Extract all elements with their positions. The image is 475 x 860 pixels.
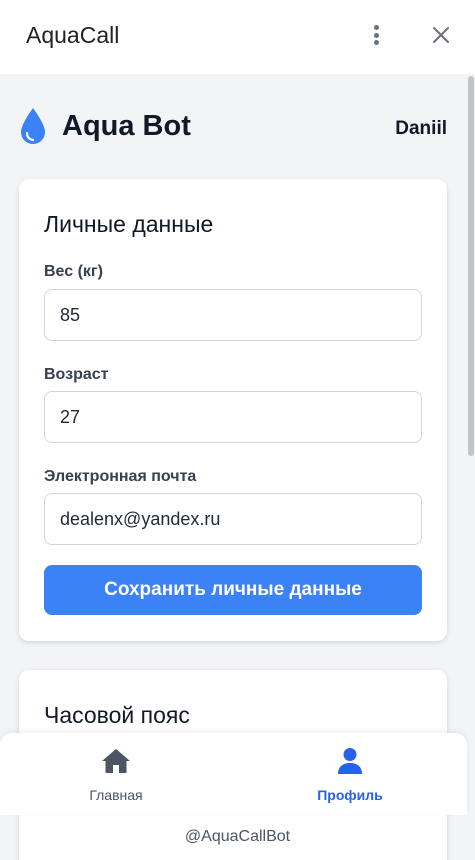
email-input[interactable] [44, 493, 422, 545]
water-drop-icon [21, 108, 45, 144]
nav-label-profile: Профиль [317, 787, 383, 803]
personal-data-card: Личные данные Вес (кг) Возраст Электронн… [19, 179, 447, 641]
scrollbar[interactable] [467, 74, 475, 734]
timezone-title: Часовой пояс [44, 702, 190, 728]
more-vertical-icon [373, 25, 379, 30]
weight-input[interactable] [44, 289, 422, 341]
app-title: AquaCall [26, 22, 120, 48]
personal-data-title: Личные данные [44, 211, 214, 237]
bottom-nav: Главная Профиль [0, 733, 467, 815]
age-label: Возраст [44, 366, 109, 383]
user-name: Daniil [395, 118, 447, 139]
weight-label: Вес (кг) [44, 263, 103, 280]
age-input[interactable] [44, 391, 422, 443]
more-menu-button[interactable] [364, 22, 388, 48]
user-icon [338, 748, 362, 774]
save-personal-data-button[interactable]: Сохранить личные данные [44, 565, 422, 615]
title-bar: AquaCall [0, 0, 475, 74]
bot-handle: @AquaCallBot [184, 828, 291, 845]
brand-name: Aqua Bot [62, 109, 191, 142]
close-icon[interactable] [428, 22, 454, 48]
nav-item-profile[interactable]: Профиль [250, 733, 450, 815]
scrollbar-thumb[interactable] [468, 76, 474, 456]
email-label: Электронная почта [44, 468, 197, 485]
home-icon [102, 749, 130, 773]
nav-label-home: Главная [89, 787, 143, 803]
nav-item-home[interactable]: Главная [16, 733, 216, 815]
brand: Aqua Bot [18, 106, 191, 146]
